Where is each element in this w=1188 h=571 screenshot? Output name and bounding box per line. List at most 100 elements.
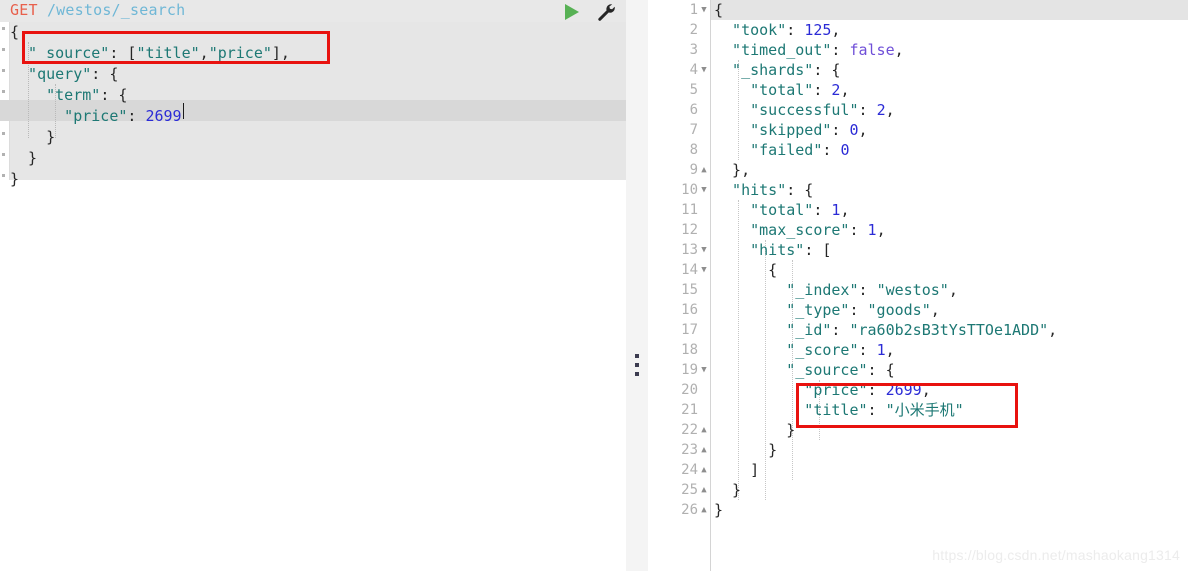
fold-marker[interactable]: [2, 174, 5, 177]
fold-collapse-icon[interactable]: ▼: [698, 360, 710, 380]
line-number-row[interactable]: 8: [648, 140, 710, 160]
fold-expand-icon[interactable]: ▲: [698, 160, 710, 180]
line-number-row[interactable]: 7: [648, 120, 710, 140]
fold-expand-icon[interactable]: ▲: [698, 460, 710, 480]
line-number-row[interactable]: 14 ▼: [648, 260, 710, 280]
drag-handle-dots-icon[interactable]: [635, 354, 639, 381]
request-code-line[interactable]: }: [10, 169, 19, 190]
fold-marker[interactable]: [2, 90, 5, 93]
play-icon: [565, 4, 579, 20]
response-code-token: 0: [849, 121, 859, 139]
line-number-row[interactable]: 4 ▼: [648, 60, 710, 80]
response-code-line[interactable]: "max_score": 1,: [714, 220, 885, 240]
response-code-line[interactable]: "_id": "ra60b2sB3tYsTTOe1ADD",: [714, 320, 1057, 340]
response-code-line[interactable]: {: [714, 260, 777, 280]
response-code-token: "_shards": [714, 61, 814, 79]
fold-expand-icon[interactable]: ▲: [698, 420, 710, 440]
line-number-row[interactable]: 25 ▲: [648, 480, 710, 500]
line-number-row[interactable]: 21: [648, 400, 710, 420]
response-code-line[interactable]: "skipped": 0,: [714, 120, 868, 140]
response-code-token: 2: [876, 101, 886, 119]
line-number-row[interactable]: 1 ▼: [648, 0, 710, 20]
line-number-row[interactable]: 10 ▼: [648, 180, 710, 200]
response-code-line[interactable]: }: [714, 500, 723, 520]
response-code-line[interactable]: },: [714, 160, 750, 180]
fold-marker[interactable]: [2, 48, 5, 51]
response-code-line[interactable]: "price": 2699,: [714, 380, 930, 400]
line-number-row[interactable]: 2: [648, 20, 710, 40]
response-code-line[interactable]: }: [714, 420, 795, 440]
response-code-line[interactable]: }: [714, 440, 777, 460]
line-number: 18: [681, 342, 698, 358]
response-code-line[interactable]: "hits": {: [714, 180, 813, 200]
response-code-line[interactable]: {: [714, 0, 723, 20]
response-code-token: : [: [804, 241, 832, 259]
response-code-token: ,: [858, 121, 868, 139]
response-code-line[interactable]: "_index": "westos",: [714, 280, 958, 300]
response-code-line[interactable]: }: [714, 480, 741, 500]
line-number-row[interactable]: 16: [648, 300, 710, 320]
fold-expand-icon[interactable]: ▲: [698, 480, 710, 500]
line-number-row[interactable]: 12: [648, 220, 710, 240]
line-number: 22: [681, 422, 698, 438]
wrench-tools-button[interactable]: [596, 3, 616, 21]
line-number: 5: [689, 82, 698, 98]
line-number-row[interactable]: 11: [648, 200, 710, 220]
request-editor[interactable]: { "_source": ["title","price"], "query":…: [0, 22, 626, 188]
line-number-row[interactable]: 3: [648, 40, 710, 60]
fold-marker[interactable]: [2, 132, 5, 135]
response-code-line[interactable]: ]: [714, 460, 759, 480]
fold-collapse-icon[interactable]: ▼: [698, 60, 710, 80]
run-request-button[interactable]: [563, 4, 581, 20]
response-code-line[interactable]: "_source": {: [714, 360, 894, 380]
fold-collapse-icon[interactable]: ▼: [698, 240, 710, 260]
response-code-line[interactable]: "total": 1,: [714, 200, 849, 220]
line-number-row[interactable]: 18: [648, 340, 710, 360]
response-code-line[interactable]: "took": 125,: [714, 20, 840, 40]
line-number-row[interactable]: 22 ▲: [648, 420, 710, 440]
response-code-line[interactable]: "_shards": {: [714, 60, 840, 80]
line-number-row[interactable]: 17: [648, 320, 710, 340]
fold-collapse-icon[interactable]: ▼: [698, 0, 710, 20]
wrench-icon: [598, 4, 615, 21]
fold-marker[interactable]: [2, 27, 5, 30]
pane-splitter[interactable]: [626, 0, 648, 571]
request-code-token: :: [127, 107, 146, 125]
request-code-token: : [: [109, 44, 137, 62]
fold-expand-icon[interactable]: ▲: [698, 500, 710, 520]
request-code-line[interactable]: "_source": ["title","price"],: [10, 43, 290, 64]
fold-marker[interactable]: [2, 153, 5, 156]
fold-collapse-icon[interactable]: ▼: [698, 180, 710, 200]
line-number-row[interactable]: 5: [648, 80, 710, 100]
response-code-line[interactable]: "_score": 1,: [714, 340, 894, 360]
request-code-line[interactable]: }: [10, 127, 55, 148]
response-code-line[interactable]: "total": 2,: [714, 80, 849, 100]
response-code-line[interactable]: "timed_out": false,: [714, 40, 904, 60]
line-number-row[interactable]: 20: [648, 380, 710, 400]
request-code-line[interactable]: "query": {: [10, 64, 118, 85]
line-number: 10: [681, 182, 698, 198]
line-number-row[interactable]: 24 ▲: [648, 460, 710, 480]
response-code-line[interactable]: "successful": 2,: [714, 100, 895, 120]
response-code-line[interactable]: "_type": "goods",: [714, 300, 940, 320]
line-number-row[interactable]: 19 ▼: [648, 360, 710, 380]
line-number-row[interactable]: 23 ▲: [648, 440, 710, 460]
request-code-line[interactable]: {: [10, 22, 19, 43]
fold-marker[interactable]: [2, 69, 5, 72]
line-number-row[interactable]: 15: [648, 280, 710, 300]
response-code-line[interactable]: "hits": [: [714, 240, 831, 260]
line-number-row[interactable]: 26 ▲: [648, 500, 710, 520]
response-code-token: "westos": [876, 281, 949, 299]
response-code-line[interactable]: "failed": 0: [714, 140, 849, 160]
response-code-line[interactable]: "title": "小米手机": [714, 400, 963, 420]
fold-expand-icon[interactable]: ▲: [698, 440, 710, 460]
line-number-row[interactable]: 9 ▲: [648, 160, 710, 180]
request-code-line[interactable]: "term": {: [10, 85, 127, 106]
line-number-row[interactable]: 13 ▼: [648, 240, 710, 260]
request-code-line[interactable]: }: [10, 148, 37, 169]
response-code-token: "timed_out": [714, 41, 832, 59]
line-number-row[interactable]: 6: [648, 100, 710, 120]
request-code-line[interactable]: "price": 2699: [10, 106, 181, 127]
response-line-number-gutter[interactable]: 1 ▼ 2 3 4 ▼ 5 6 7 8 9 ▲ 10 ▼ 11 12 13 ▼ 14 ▼ 15 16 17 18 19 ▼ 20 21…: [648, 0, 711, 571]
fold-collapse-icon[interactable]: ▼: [698, 260, 710, 280]
